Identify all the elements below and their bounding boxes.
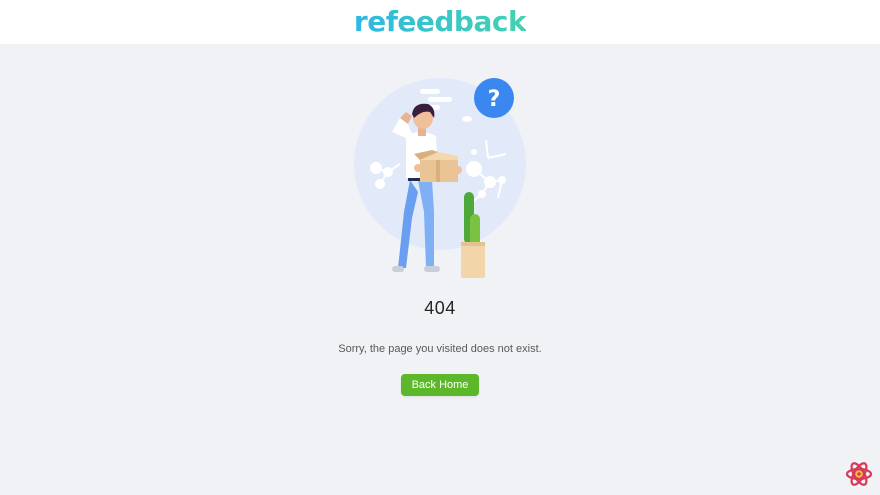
react-devtools-icon[interactable] — [845, 460, 873, 488]
question-mark-icon: ? — [474, 78, 514, 118]
brand-logo[interactable]: refeedback — [354, 0, 527, 44]
back-home-button[interactable]: Back Home — [401, 374, 479, 396]
error-message: Sorry, the page you visited does not exi… — [338, 343, 542, 355]
not-found-illustration: ? — [354, 78, 526, 278]
svg-text:?: ? — [488, 87, 501, 112]
status-code: 404 — [424, 298, 456, 318]
header: refeedback — [0, 0, 880, 44]
